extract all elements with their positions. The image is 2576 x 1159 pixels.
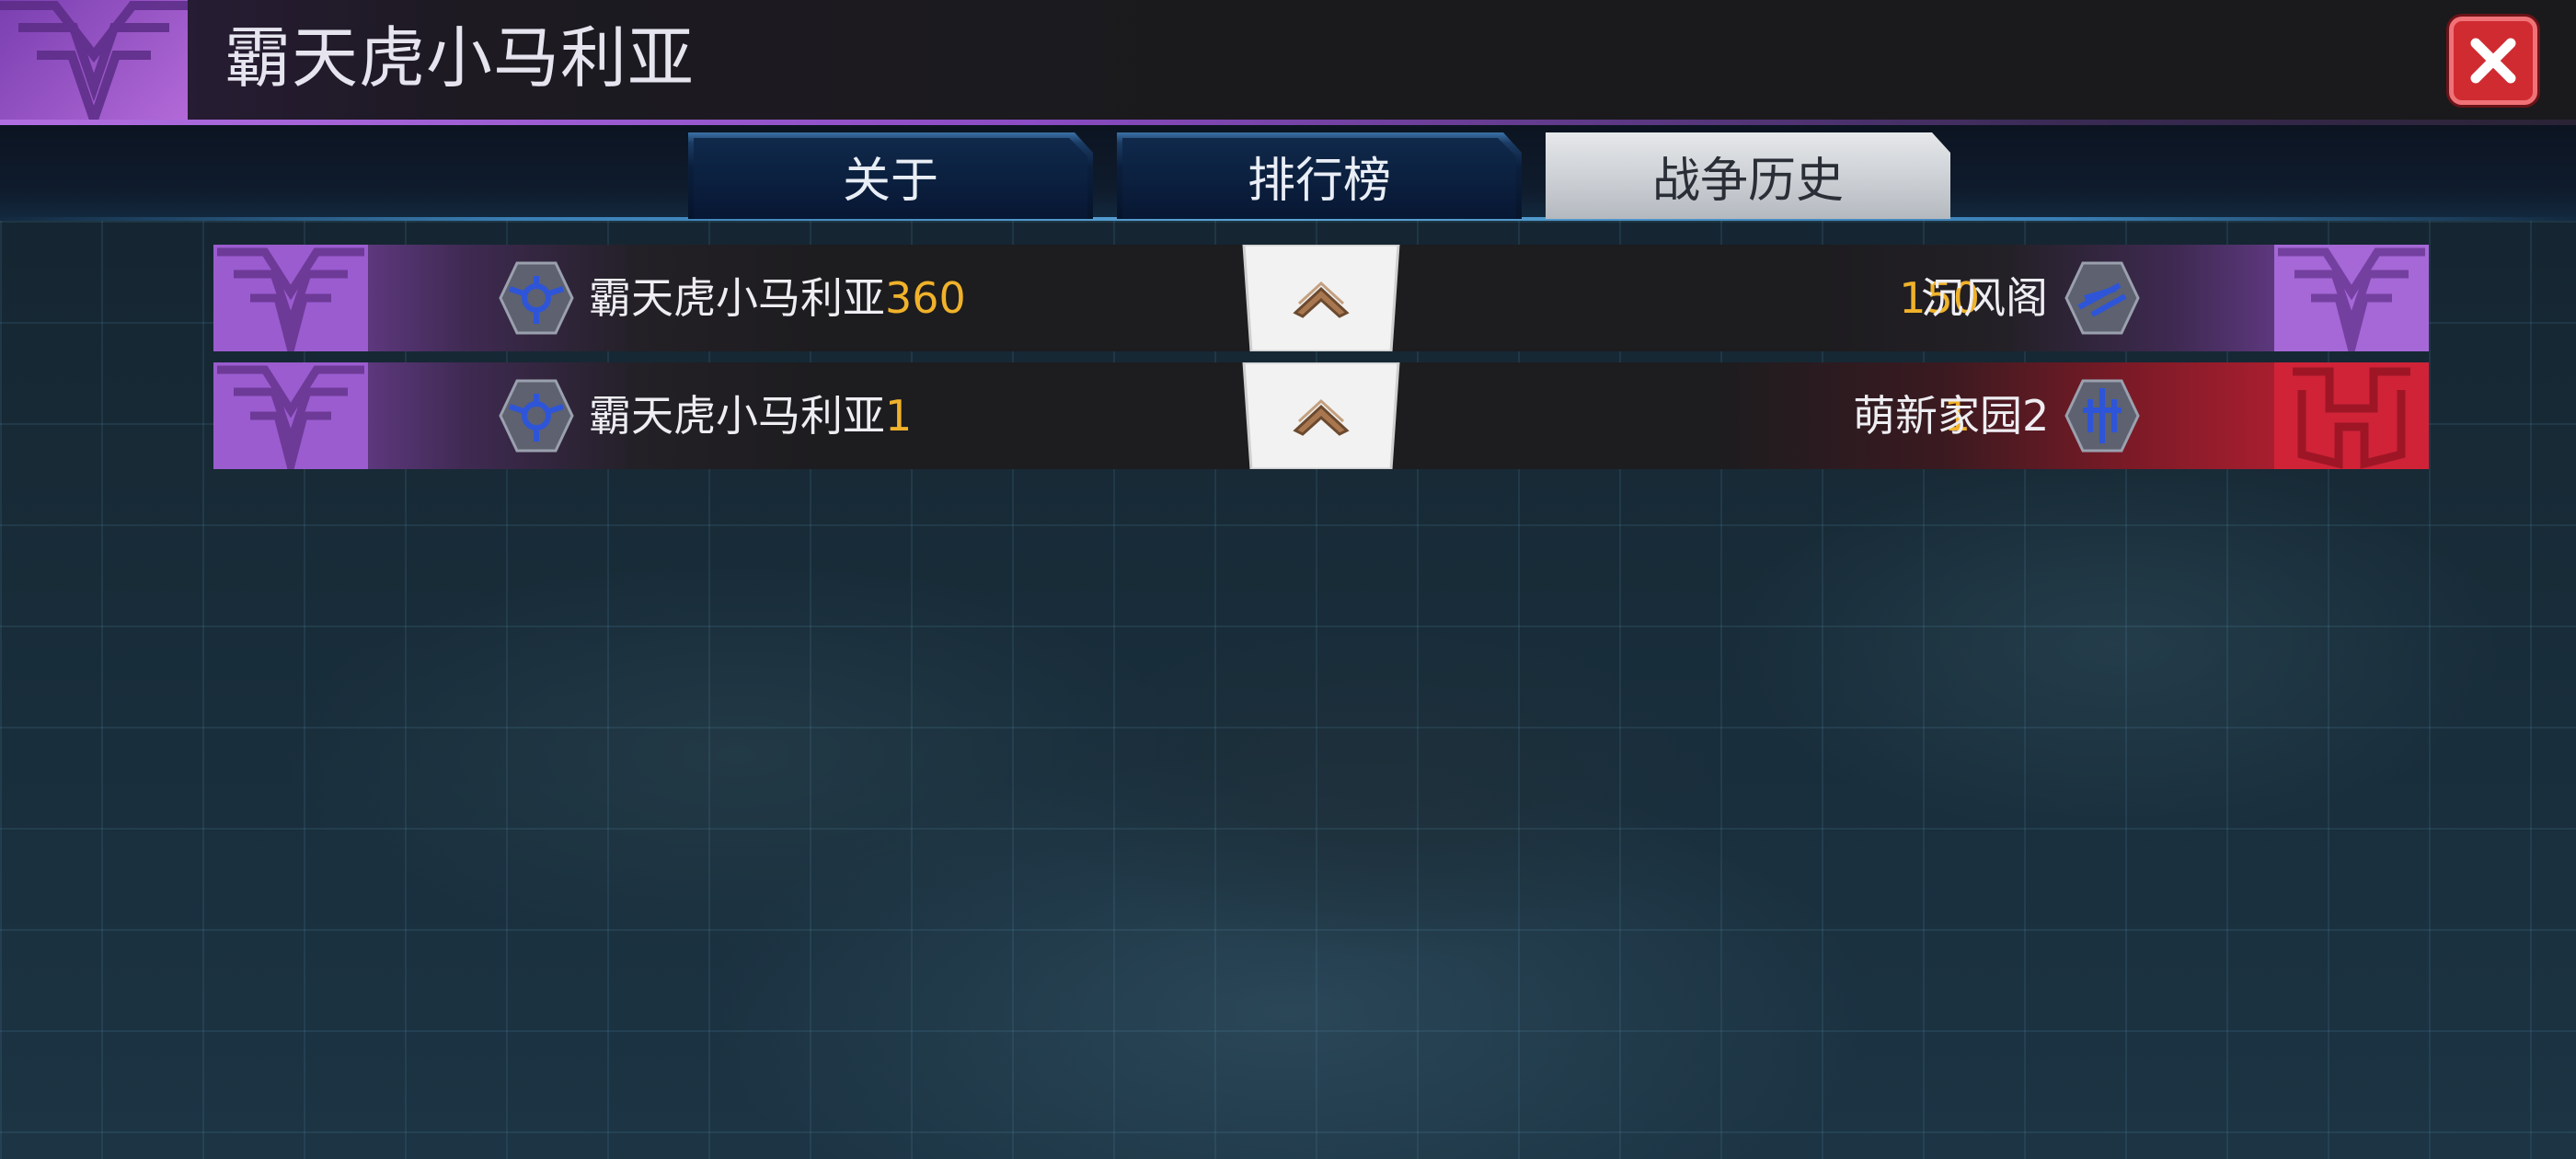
war-detail-button[interactable]	[1240, 362, 1402, 469]
page-title: 霸天虎小马利亚	[224, 19, 696, 97]
alliance-emblem-icon	[499, 379, 574, 453]
left-alliance-name: 霸天虎小马利亚360	[589, 273, 966, 323]
tab-war-history-label: 战争历史	[1651, 153, 1844, 209]
tab-leaderboard[interactable]: 排行榜	[1117, 132, 1522, 219]
map-grid	[0, 221, 2576, 1159]
decepticon-logo	[0, 0, 188, 123]
right-alliance-name: 沉风阁	[1921, 273, 2048, 323]
right-alliance-name: 萌新家园2	[1853, 391, 2050, 441]
decepticon-faction-icon	[213, 362, 368, 469]
left-alliance-score: 360	[885, 273, 966, 323]
tab-about-label: 关于	[842, 153, 938, 209]
war-detail-button[interactable]	[1240, 245, 1402, 351]
alliance-emblem-icon	[499, 261, 574, 335]
close-icon	[2470, 38, 2516, 84]
decepticon-faction-icon	[213, 245, 368, 351]
autobot-faction-icon	[2274, 362, 2429, 469]
alliance-emblem-icon	[2064, 261, 2140, 335]
alliance-emblem-icon	[2064, 379, 2140, 453]
war-history-row[interactable]: 霸天虎小马利亚1 1 萌新家园2	[213, 362, 2429, 469]
war-history-row[interactable]: 霸天虎小马利亚360 150 沉风阁	[213, 245, 2429, 351]
left-alliance-name: 霸天虎小马利亚1	[589, 391, 913, 441]
left-alliance-score: 1	[885, 391, 913, 441]
tab-leaderboard-label: 排行榜	[1247, 153, 1391, 209]
decepticon-faction-icon	[2274, 245, 2429, 351]
close-button[interactable]	[2449, 17, 2537, 105]
tab-about[interactable]: 关于	[688, 132, 1093, 219]
tab-war-history[interactable]: 战争历史	[1546, 132, 1950, 219]
